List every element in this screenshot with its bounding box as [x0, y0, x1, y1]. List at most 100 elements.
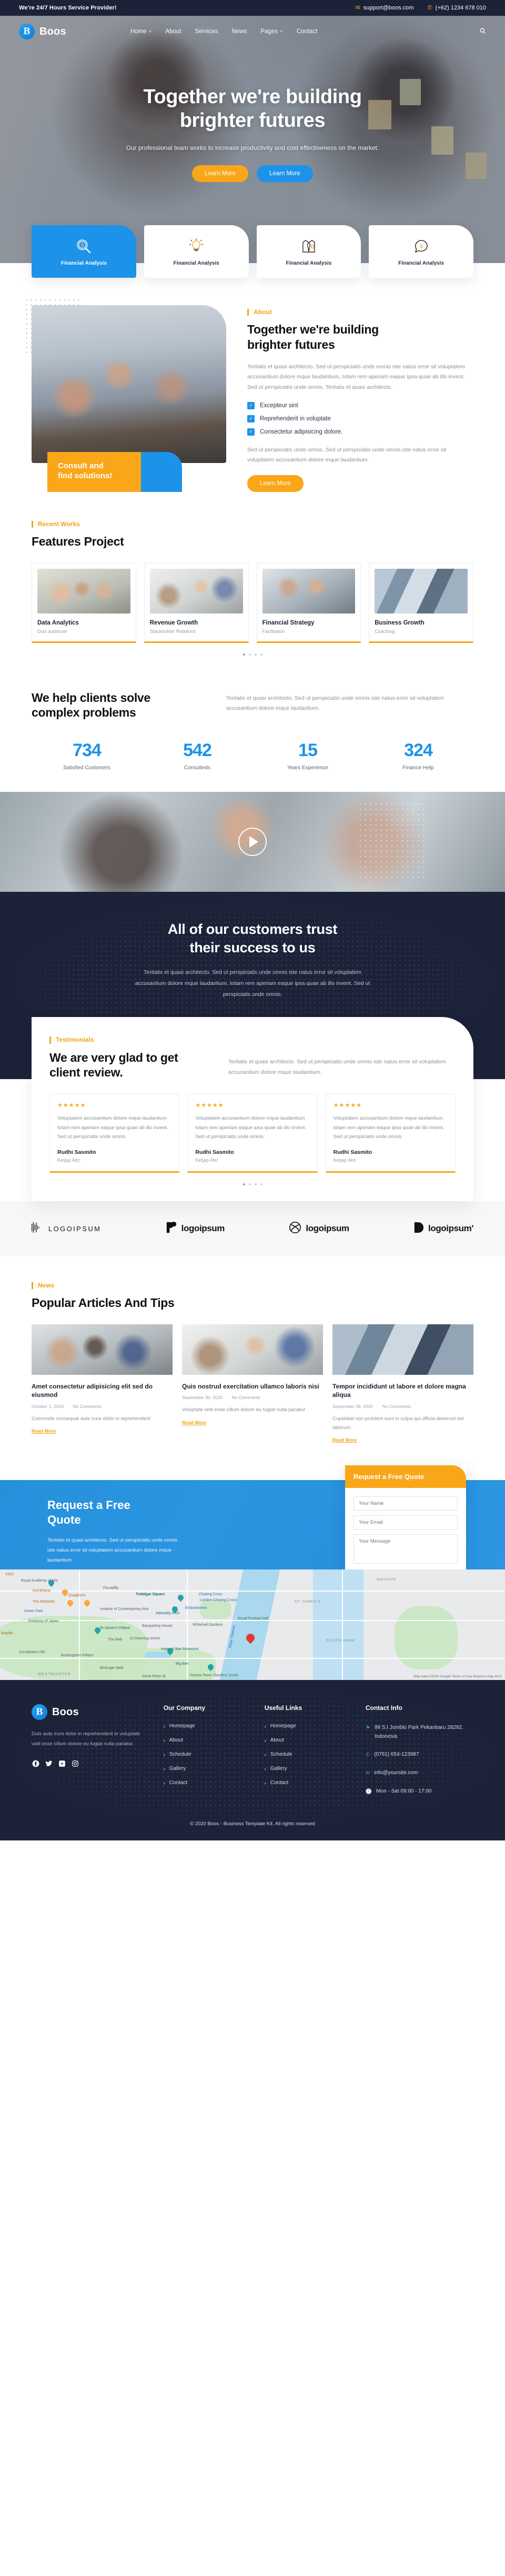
footer-link-label: Homepage [169, 1723, 195, 1729]
map-pin[interactable] [176, 1594, 185, 1602]
service-card-financial-analysis-4[interactable]: $ Financial Analysis [369, 225, 473, 278]
trust-content: All of our customers trust their success… [32, 920, 473, 1000]
testimonial-role: Ketjap Abc [57, 1157, 80, 1163]
testimonials-carousel-dots[interactable] [49, 1183, 456, 1185]
carousel-dot[interactable] [260, 1183, 262, 1185]
location-icon: ⚑ [365, 1725, 370, 1732]
footer-column-title: Our Company [163, 1704, 206, 1712]
footer-link[interactable]: › Gallery [265, 1766, 352, 1772]
play-icon[interactable] [238, 828, 267, 857]
youtube-icon[interactable] [58, 1759, 66, 1767]
projects-row: Data Analytics Duis auteirure Revenue Gr… [32, 562, 473, 643]
bars-logo-icon [32, 1222, 44, 1236]
hero-learn-more-primary-button[interactable]: Learn More [192, 165, 248, 182]
twitter-icon[interactable] [45, 1759, 53, 1767]
carousel-dot[interactable] [243, 1183, 245, 1185]
footer-link[interactable]: › Gallery [164, 1766, 251, 1772]
news-card-meta: October 1, 2020 · No Comments [32, 1404, 173, 1409]
service-card-financial-analysis-1[interactable]: $ Financial Analysis [32, 225, 136, 278]
map-pin[interactable] [60, 1588, 69, 1597]
news-card[interactable]: Quis nostrud exercitation ullamco labori… [182, 1324, 323, 1445]
check-label: Consectetur adipisicing dolore. [260, 428, 343, 435]
projects-carousel-dots[interactable] [32, 653, 473, 656]
project-card[interactable]: Revenue Growth Stackholder Relations [144, 562, 249, 643]
map-section[interactable]: Royal Academy of Arts Piccadilly Trafalg… [0, 1569, 505, 1681]
carousel-dot[interactable] [248, 653, 251, 656]
map-river-thames [219, 1569, 280, 1681]
star-rating-icon: ★★★★★ [57, 1102, 86, 1109]
chevron-right-icon: › [264, 1752, 266, 1757]
news-eyebrow: News [32, 1282, 54, 1289]
stat-value: 542 [183, 740, 212, 761]
client-logos-row: LOGOIPSUM logoipsum logoipsum logoipsum' [32, 1221, 473, 1236]
email-input[interactable] [354, 1515, 458, 1530]
map-label: Victoria Tower Gardens South [189, 1674, 238, 1678]
search-icon[interactable] [479, 27, 486, 36]
carousel-dot[interactable] [248, 1183, 251, 1185]
nav-item-about[interactable]: About [165, 28, 181, 35]
footer-link[interactable]: › Contact [164, 1780, 251, 1786]
news-card[interactable]: Amet consectetur adipisicing elit sed do… [32, 1324, 173, 1445]
news-card[interactable]: Tempor incididunt ut labore et dolore ma… [332, 1324, 473, 1445]
brand-logo[interactable]: B Boos [19, 24, 66, 39]
quote-section: Request a Free Quote Teritatis et quasi … [0, 1465, 505, 1593]
map-label: The Mall [108, 1638, 122, 1642]
top-bar-tagline: We're 24/7 Hours Service Provider! [19, 5, 117, 11]
footer-contact-phone-text: (0761) 654-123987 [374, 1752, 419, 1758]
service-card-financial-analysis-2[interactable]: Financial Analysis [144, 225, 249, 278]
footer-link-label: Contact [270, 1780, 289, 1786]
nav-item-pages[interactable]: Pages + [260, 28, 282, 35]
news-read-more-link[interactable]: Read More [32, 1428, 56, 1434]
service-card-financial-analysis-3[interactable]: Financial Analysis [256, 225, 361, 278]
footer-link[interactable]: › Schedule [164, 1752, 251, 1757]
carousel-dot[interactable] [254, 1183, 257, 1185]
plus-icon: + [279, 28, 283, 35]
testimonials-title-line1: We are very glad to get [49, 1050, 178, 1064]
nav-item-news[interactable]: News [232, 28, 247, 35]
footer-link[interactable]: › Homepage [164, 1723, 251, 1729]
about-learn-more-button[interactable]: Learn More [247, 475, 304, 492]
stats-title: We help clients solve complex problems [32, 690, 205, 721]
carousel-dot[interactable] [254, 653, 257, 656]
project-card[interactable]: Data Analytics Duis auteirure [32, 562, 136, 643]
top-bar-phone[interactable]: ✆ (+62) 1234 678 010 [427, 5, 486, 11]
top-bar-email[interactable]: ✉ support@boos.com [356, 5, 414, 11]
hero-learn-more-secondary-button[interactable]: Learn More [257, 165, 313, 182]
project-title: Financial Strategy [262, 619, 315, 626]
carousel-dot[interactable] [243, 653, 245, 656]
instagram-icon[interactable] [71, 1759, 79, 1767]
nav-item-home[interactable]: Home + [130, 28, 152, 35]
footer-link[interactable]: › Contact [265, 1780, 352, 1786]
news-read-more-link[interactable]: Read More [332, 1437, 357, 1443]
facebook-icon[interactable] [32, 1759, 39, 1767]
hero-subtitle: Our professional team works to increase … [126, 144, 379, 152]
testimonial-author: Rudhi Sasmito [195, 1149, 234, 1155]
map-pin[interactable] [66, 1599, 75, 1607]
message-input[interactable] [354, 1534, 458, 1564]
nav-item-services[interactable]: Services [195, 28, 218, 35]
news-read-more-link[interactable]: Read More [182, 1420, 206, 1425]
chevron-right-icon: › [264, 1737, 266, 1743]
map-pin[interactable] [83, 1599, 92, 1607]
nav-item-contact[interactable]: Contact [297, 28, 318, 35]
carousel-dot[interactable] [260, 653, 262, 656]
lightbulb-icon [187, 237, 205, 255]
project-card[interactable]: Financial Strategy Facilitation [256, 562, 361, 643]
project-card[interactable]: Business Growth Coaching [369, 562, 473, 643]
footer-contact-email[interactable]: ✉ info@yoursite.com [366, 1768, 473, 1778]
project-subtitle: Facilitation [262, 628, 285, 634]
footer-contact-phone[interactable]: ✆ (0761) 654-123987 [366, 1750, 473, 1759]
about-title-line1: Together we're building [247, 323, 379, 337]
check-item: ✓ Reprehenderit in voluptate [247, 415, 473, 422]
footer-link[interactable]: › About [265, 1737, 352, 1743]
hero-title-line2: brighter futures [179, 109, 326, 132]
client-logo-text: logoipsum' [428, 1223, 473, 1234]
footer-brand-logo[interactable]: B Boos [32, 1704, 150, 1720]
footer-link[interactable]: › Schedule [265, 1752, 352, 1757]
footer-link-label: Homepage [270, 1723, 296, 1729]
brand-mark-icon: B [32, 1704, 47, 1720]
footer-link[interactable]: › Homepage [265, 1723, 352, 1729]
footer-link[interactable]: › About [164, 1737, 251, 1743]
trust-title-line2: their success to us [189, 939, 316, 955]
name-input[interactable] [354, 1496, 458, 1511]
